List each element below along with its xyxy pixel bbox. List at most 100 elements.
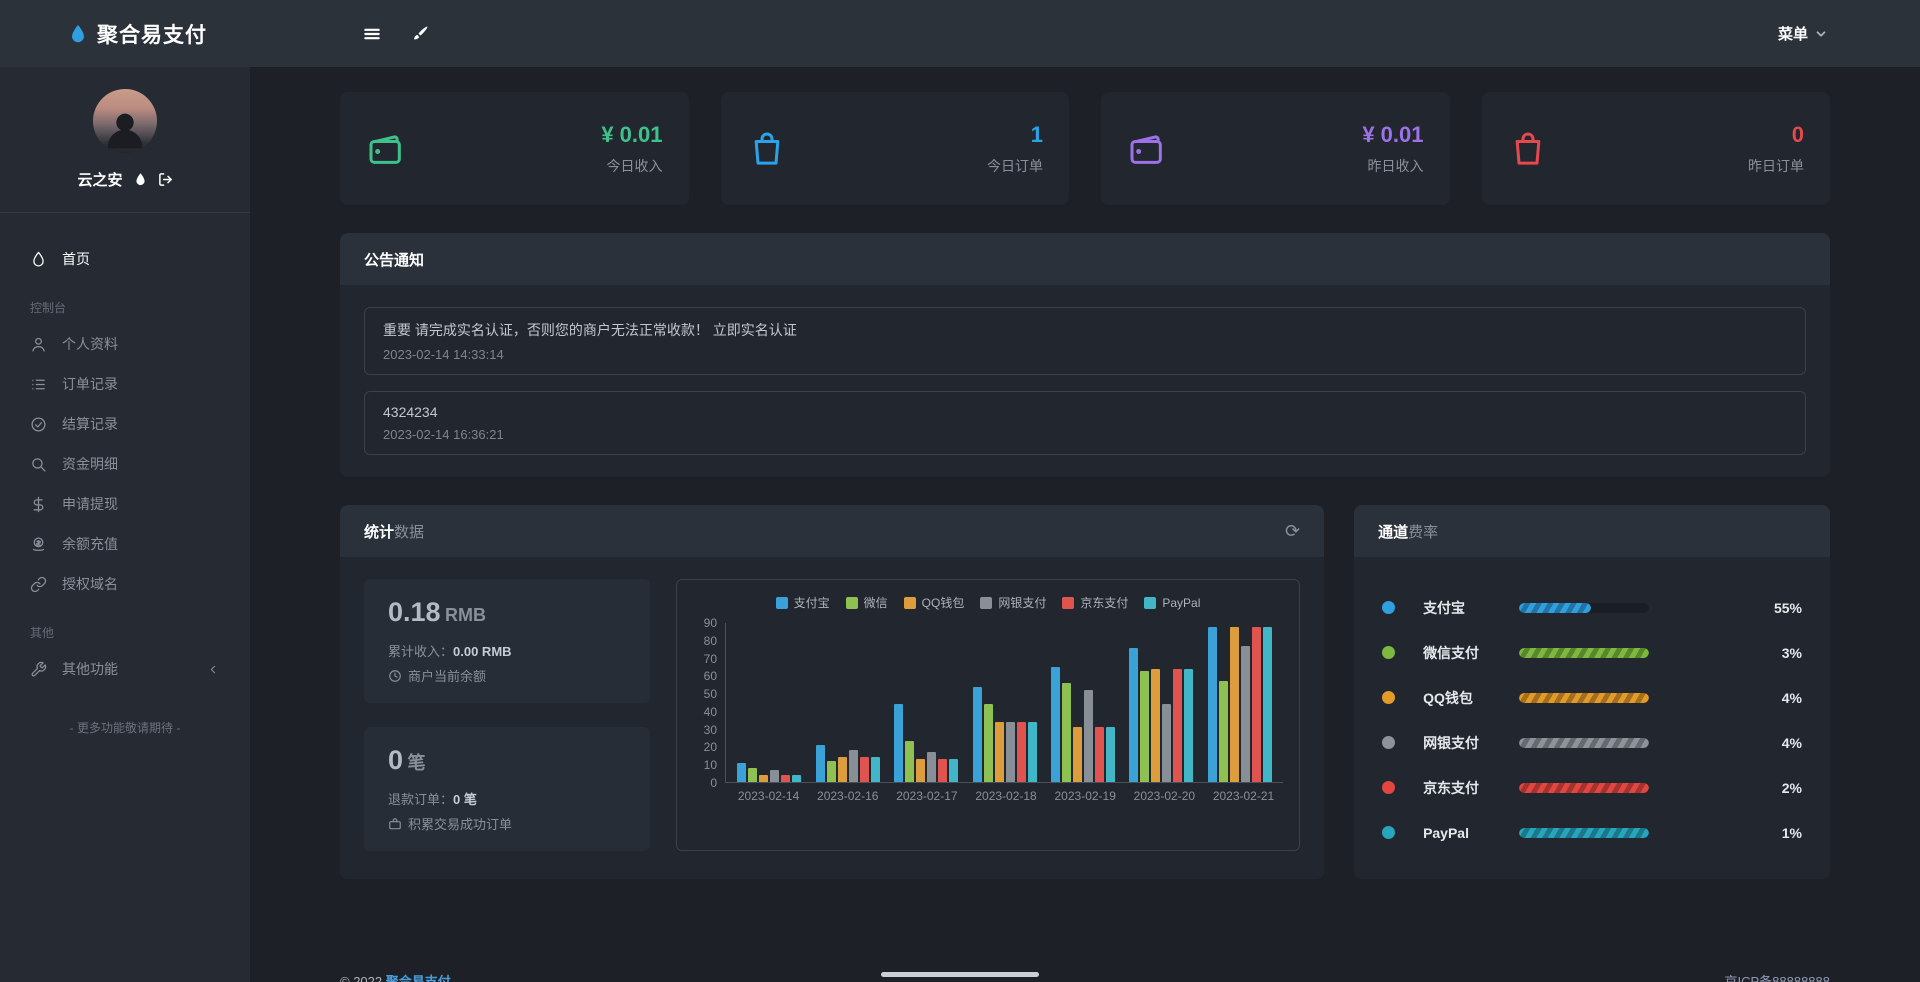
sidebar-item-check-circle[interactable]: 结算记录 (30, 404, 220, 444)
horizontal-scrollbar[interactable] (881, 972, 1039, 977)
channel-percent: 3% (1782, 645, 1802, 661)
channel-name: 微信支付 (1423, 643, 1519, 663)
legend-item[interactable]: 微信 (846, 594, 888, 611)
chart-bar (871, 757, 880, 782)
chart-bar (1162, 704, 1171, 782)
channel-title-strong: 通道 (1378, 521, 1408, 542)
chart-bar (1106, 727, 1115, 782)
stat-card-content: ¥ 0.01昨日收入 (1362, 122, 1423, 176)
legend-item[interactable]: 京东支付 (1062, 594, 1128, 611)
legend-item[interactable]: 支付宝 (776, 594, 830, 611)
channel-title-muted: 费率 (1408, 521, 1438, 542)
sidebar-item-label: 授权域名 (62, 574, 118, 594)
refund-line-label: 退款订单： (388, 792, 453, 807)
brand[interactable]: 聚合易支付 (67, 19, 250, 49)
sidebar-toggle-button[interactable] (362, 24, 382, 44)
legend-label: 微信 (864, 594, 888, 611)
coins-icon (30, 536, 47, 553)
statistics-title-strong: 统计 (364, 521, 394, 542)
channel-percent: 4% (1782, 690, 1802, 706)
chart-bar (860, 757, 869, 782)
brush-icon (410, 24, 430, 44)
search-icon (30, 456, 47, 473)
chart-bar (973, 687, 982, 782)
menu-dropdown-label: 菜单 (1778, 23, 1808, 44)
menu-dropdown[interactable]: 菜单 (1778, 23, 1828, 44)
chart-bar (1173, 669, 1182, 782)
channel-progress-track (1519, 828, 1649, 838)
legend-item[interactable]: QQ钱包 (904, 594, 965, 611)
channel-rate-row: 网银支付4% (1382, 720, 1802, 765)
chevron-left-icon (207, 663, 220, 676)
y-axis-tick: 30 (704, 723, 717, 737)
chart-bar (816, 745, 825, 782)
sidebar-item-label: 订单记录 (62, 374, 118, 394)
chart-bar (905, 741, 914, 782)
channel-dot (1382, 826, 1395, 839)
announcement-item[interactable]: 重要 请完成实名认证，否则您的商户无法正常收款！ 立即实名认证2023-02-1… (364, 307, 1806, 375)
channel-progress-fill (1519, 648, 1649, 658)
channel-progress-fill (1519, 828, 1649, 838)
income-line-value: 0.00 RMB (453, 644, 512, 659)
refund-note: 积累交易成功订单 (408, 814, 512, 833)
refresh-icon[interactable]: ⟳ (1285, 522, 1300, 540)
legend-label: 支付宝 (794, 594, 830, 611)
channel-dot (1382, 646, 1395, 659)
income-stat-box: 0.18 RMB 累计收入：0.00 RMB 商户当前余额 (364, 579, 650, 703)
sidebar-item-label: 其他功能 (62, 659, 118, 679)
chart-bar (1006, 722, 1015, 782)
announcement-item[interactable]: 43242342023-02-14 16:36:21 (364, 391, 1806, 455)
chart-bar (1208, 627, 1217, 782)
chart-bar (1140, 671, 1149, 782)
sidebar-item-wrench[interactable]: 其他功能 (30, 649, 220, 689)
avatar[interactable] (93, 89, 157, 153)
announcement-text: 重要 请完成实名认证，否则您的商户无法正常收款！ 立即实名认证 (383, 320, 1787, 340)
y-axis-tick: 70 (704, 652, 717, 666)
channel-progress-track (1519, 648, 1649, 658)
y-axis-tick: 80 (704, 634, 717, 648)
legend-item[interactable]: 网银支付 (980, 594, 1046, 611)
sidebar-item-home[interactable]: 首页 (30, 239, 220, 279)
sidebar-item-coins[interactable]: 余额充值 (30, 524, 220, 564)
list-icon (30, 376, 47, 393)
droplet-icon[interactable] (133, 172, 148, 187)
x-axis-label: 2023-02-19 (1046, 789, 1125, 803)
hamburger-icon (362, 24, 382, 44)
logout-icon[interactable] (158, 172, 173, 187)
chart-bar (1230, 627, 1239, 782)
sidebar-item-search[interactable]: 资金明细 (30, 444, 220, 484)
bar-group (965, 623, 1043, 782)
refund-line-value: 0 笔 (453, 792, 477, 807)
chart-bar (1062, 683, 1071, 782)
legend-item[interactable]: PayPal (1144, 594, 1200, 611)
y-axis-tick: 60 (704, 669, 717, 683)
chart-bar (1095, 727, 1104, 782)
theme-brush-button[interactable] (410, 24, 430, 44)
chart-plot (725, 623, 1283, 783)
refund-unit: 笔 (407, 753, 425, 773)
stat-card-label: 今日收入 (601, 156, 662, 176)
sidebar-item-list[interactable]: 订单记录 (30, 364, 220, 404)
channel-progress-fill (1519, 738, 1649, 748)
y-axis-tick: 50 (704, 687, 717, 701)
y-axis-tick: 90 (704, 616, 717, 630)
y-axis-tick: 20 (704, 740, 717, 754)
sidebar-item-user[interactable]: 个人资料 (30, 324, 220, 364)
refund-value: 0 (388, 745, 403, 775)
link-icon (30, 576, 47, 593)
sidebar-item-dollar[interactable]: 申请提现 (30, 484, 220, 524)
x-axis-label: 2023-02-16 (808, 789, 887, 803)
sidebar-item-link[interactable]: 授权域名 (30, 564, 220, 604)
statistics-panel: 统计 数据 ⟳ 0.18 RMB 累计收入：0.00 RMB (340, 505, 1324, 879)
droplet-logo-icon (67, 23, 89, 45)
stat-card: 0昨日订单 (1482, 92, 1831, 205)
channel-percent: 2% (1782, 780, 1802, 796)
channel-rates-panel: 通道 费率 支付宝55%微信支付3%QQ钱包4%网银支付4%京东支付2%PayP… (1354, 505, 1830, 879)
bar-group (730, 623, 808, 782)
chart-bar (927, 752, 936, 782)
channel-dot (1382, 691, 1395, 704)
x-axis-label: 2023-02-18 (966, 789, 1045, 803)
stat-card-content: 0昨日订单 (1748, 122, 1804, 176)
x-axis-label: 2023-02-17 (887, 789, 966, 803)
footer-brand-link[interactable]: 聚合易支付 (386, 974, 451, 982)
